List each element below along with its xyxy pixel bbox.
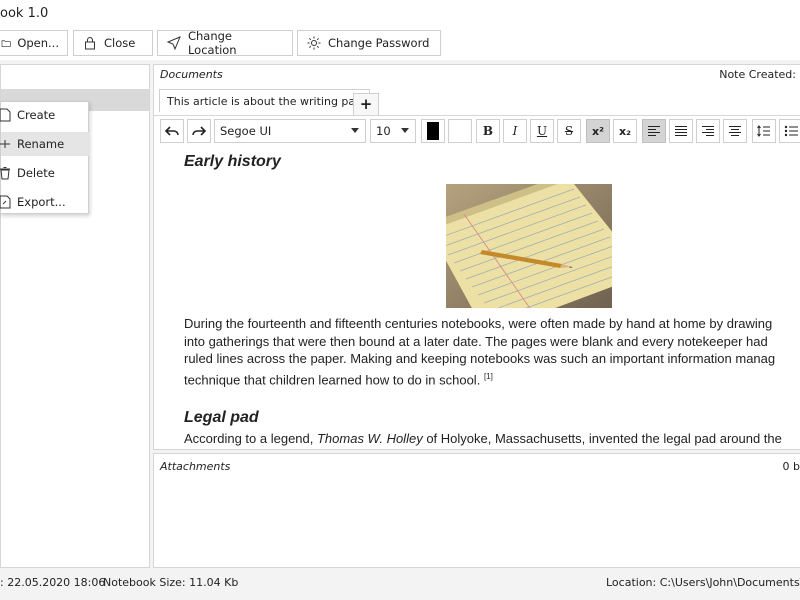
tab-label: This article is about the writing pad [167,94,363,108]
change-password-label: Change Password [328,36,430,50]
folder-icon [1,40,11,47]
paragraph-spacing-button[interactable] [752,119,776,143]
close-button-label: Close [104,36,136,50]
documents-pane: Documents Note Created: This article is … [153,64,800,450]
highlight-swatch-icon [454,122,466,140]
legal-pad-pencil-illustration [446,184,612,308]
menu-item-label: Export... [17,195,66,209]
title-bar: ook 1.0 [0,0,800,30]
bullet-list-button[interactable] [779,119,800,143]
align-left-icon [648,126,660,136]
menu-item-label: Rename [17,137,65,151]
chevron-down-icon [401,128,409,133]
open-button[interactable]: Open... [0,30,68,56]
align-center-button[interactable] [669,119,693,143]
underline-button[interactable]: U [530,119,554,143]
status-notebook-size: Notebook Size: 11.04 Kb [103,576,239,589]
menu-item-label: Create [17,108,56,122]
trash-icon [0,167,10,180]
justify-button[interactable] [723,119,747,143]
emphasized-name: Thomas W. Holley [316,431,423,446]
text-color-button[interactable] [421,119,445,143]
menu-item-rename[interactable]: Rename [0,132,89,156]
change-location-label: Change Location [187,29,237,57]
writing-pad-image [446,184,612,308]
context-menu: Create Rename Delete Export... [0,101,89,214]
align-left-button[interactable] [642,119,666,143]
status-created: : 22.05.2020 18:06 [0,576,106,589]
undo-button[interactable] [160,119,184,143]
undo-icon [165,126,179,136]
status-location: Location: C:\Users\John\Documents\M [606,576,800,589]
window-title: ook 1.0 [0,6,49,21]
justify-icon [729,126,741,136]
location-arrow-icon [166,36,181,51]
export-icon [0,195,11,209]
menu-item-delete[interactable]: Delete [0,161,89,185]
redo-icon [192,126,206,136]
align-right-button[interactable] [696,119,720,143]
attachments-header: Attachments [160,460,231,473]
line-spacing-icon [757,125,770,137]
status-bar: : 22.05.2020 18:06 Notebook Size: 11.04 … [0,572,800,594]
tab-divider [154,115,800,116]
paragraph-text: of Holyoke, Massachusetts, invented the … [422,431,782,446]
chevron-down-icon [351,128,359,133]
heading-legal-pad: Legal pad [184,409,259,426]
tab-writing-pad[interactable]: This article is about the writing pad [159,89,371,112]
align-right-icon [702,126,714,136]
paragraph-line: During the fourteenth and fifteenth cent… [184,316,773,331]
font-family-select[interactable]: Segoe UI [214,119,366,143]
menu-item-create[interactable]: Create [0,103,89,127]
paragraph-early-history: During the fourteenth and fifteenth cent… [184,315,800,389]
attachments-pane[interactable]: Attachments 0 b [153,453,800,568]
bold-button[interactable]: B [476,119,500,143]
subscript-button[interactable]: x₂ [613,119,637,143]
format-toolbar: Segoe UI 10 B I U S x² x₂ [154,119,800,145]
menu-item-export[interactable]: Export... [0,190,89,214]
paragraph-legal-pad: According to a legend, Thomas W. Holley … [184,430,800,448]
font-family-value: Segoe UI [220,124,272,138]
redo-button[interactable] [187,119,211,143]
italic-button[interactable]: I [503,119,527,143]
new-document-icon [0,108,11,122]
main-toolbar: Open... Close Change Location Change Pas… [0,29,800,60]
paragraph-line: technique that children learned how to d… [184,368,800,389]
heading-early-history: Early history [184,153,281,170]
font-size-value: 10 [376,124,391,138]
footnote-link[interactable]: [1] [484,372,493,381]
paragraph-line-text: technique that children learned how to d… [184,372,481,388]
change-password-button[interactable]: Change Password [297,30,441,56]
add-tab-button[interactable]: + [353,93,379,115]
documents-header: Documents [160,68,223,81]
superscript-button[interactable]: x² [586,119,610,143]
paragraph-line: into gatherings that were then bound at … [184,333,768,349]
attachments-size: 0 b [782,460,800,473]
lock-icon [85,37,95,50]
open-button-label: Open... [17,36,59,50]
bullet-list-icon [784,125,798,137]
rename-icon [0,140,10,148]
menu-item-label: Delete [17,166,55,180]
gear-icon [307,36,321,50]
strikethrough-button[interactable]: S [557,119,581,143]
align-center-icon [675,126,687,136]
change-location-button[interactable]: Change Location [157,29,293,57]
font-size-select[interactable]: 10 [370,119,416,143]
paragraph-line: According to a legend, Thomas W. Holley … [184,430,800,448]
paragraph-line: ruled lines across the paper. Making and… [184,351,776,367]
color-swatch-icon [427,122,439,140]
close-button[interactable]: Close [73,30,153,56]
paragraph-text: According to a legend, [184,431,317,446]
note-created-label: Note Created: [719,68,796,81]
highlight-color-button[interactable] [448,119,472,143]
